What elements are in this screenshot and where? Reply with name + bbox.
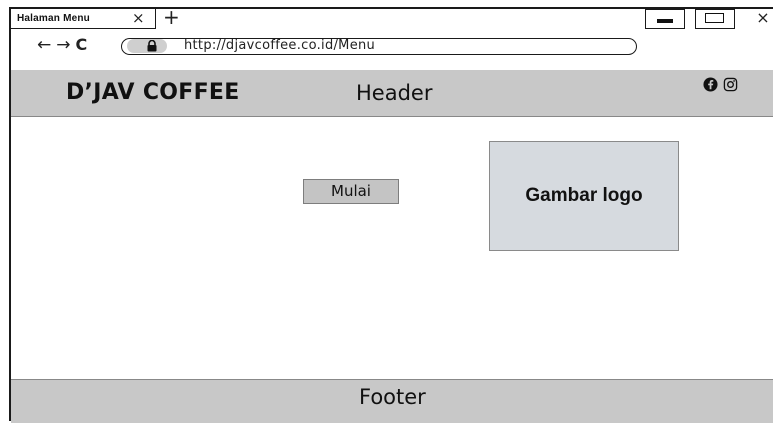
forward-arrow-icon[interactable]: →	[56, 35, 70, 55]
header-label: Header	[356, 81, 433, 105]
new-tab-icon[interactable]: +	[163, 7, 180, 27]
nav-controls: ← → C	[37, 35, 87, 55]
facebook-icon[interactable]	[703, 77, 718, 92]
browser-window: Halaman Menu × + × ← → C http://djavcoff…	[9, 7, 773, 423]
close-window-button[interactable]: ×	[748, 9, 773, 29]
maximize-icon	[705, 13, 724, 23]
site-header: D’JAV COFFEE Header	[11, 70, 773, 117]
address-bar[interactable]: http://djavcoffee.co.id/Menu	[121, 38, 637, 55]
brand-name[interactable]: D’JAV COFFEE	[66, 80, 240, 105]
minimize-button[interactable]	[645, 9, 685, 29]
close-icon: ×	[756, 8, 770, 27]
maximize-button[interactable]	[695, 9, 735, 29]
back-arrow-icon[interactable]: ←	[37, 35, 51, 55]
instagram-icon[interactable]	[723, 77, 738, 92]
browser-tab[interactable]: Halaman Menu ×	[11, 9, 156, 29]
start-button[interactable]: Mulai	[303, 179, 399, 204]
logo-placeholder: Gambar logo	[489, 141, 679, 251]
url-text: http://djavcoffee.co.id/Menu	[184, 38, 376, 53]
logo-placeholder-label: Gambar logo	[525, 185, 643, 206]
lock-icon	[147, 40, 157, 52]
minimize-icon	[657, 19, 673, 23]
tab-close-icon[interactable]: ×	[132, 10, 145, 26]
footer-label: Footer	[359, 385, 426, 409]
reload-icon[interactable]: C	[76, 35, 88, 55]
site-footer: Footer	[11, 379, 773, 423]
tab-title: Halaman Menu	[17, 13, 90, 24]
